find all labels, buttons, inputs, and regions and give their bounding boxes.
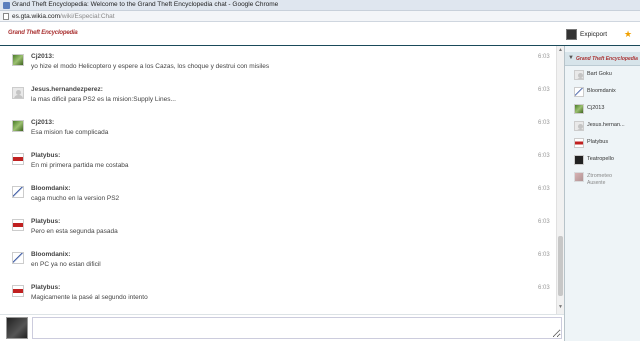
message-username[interactable]: Platybus: (31, 284, 60, 291)
user-name: Bloomdanix (587, 88, 616, 94)
current-user[interactable]: Expicport (566, 27, 607, 41)
scrollbar-thumb[interactable] (558, 236, 563, 296)
message-username[interactable]: Bloomdanix: (31, 251, 70, 258)
chat-message: Platybus: En mi primera partida me costa… (0, 145, 556, 178)
user-name: Cj2013 (587, 105, 605, 111)
message-scrollbar[interactable]: ▲ ▼ (556, 46, 564, 314)
message-username[interactable]: Platybus: (31, 152, 60, 159)
message-time: 6:03 (538, 87, 550, 93)
page-icon (3, 13, 9, 20)
user-avatar (574, 104, 584, 114)
user-list-item[interactable]: Platybus (574, 136, 636, 152)
user-avatar (574, 121, 584, 131)
user-list-item[interactable]: Bloomdanix (574, 85, 636, 101)
message-time: 6:03 (538, 120, 550, 126)
chat-message: Bloomdanix: caga mucho en la version PS2… (0, 178, 556, 211)
message-composer (0, 314, 564, 341)
user-list-item[interactable]: Teatropello (574, 153, 636, 169)
message-avatar[interactable] (12, 186, 24, 198)
user-list-item[interactable]: Cj2013 (574, 102, 636, 118)
message-username[interactable]: Platybus: (31, 218, 60, 225)
message-text: en PC ya no estan dificil (31, 261, 101, 268)
user-name: Ztrometeo (587, 173, 613, 179)
message-avatar[interactable] (12, 153, 24, 165)
url-path: /wiki/Especial:Chat (60, 12, 115, 20)
message-avatar[interactable] (12, 219, 24, 231)
room-label: Grand Theft Encyclopedia (576, 56, 638, 62)
message-time: 6:03 (538, 186, 550, 192)
current-user-avatar (566, 28, 577, 40)
user-name: Jesus.hernan... (587, 122, 625, 128)
self-avatar (6, 317, 28, 339)
collapse-arrow-icon[interactable]: ▼ (568, 55, 574, 61)
window-title: Grand Theft Encyclopedia: Welcome to the… (12, 1, 279, 8)
chat-message: Platybus: Pero en esta segunda pasada 6:… (0, 211, 556, 244)
chat-message: Cj2013: yo hize el modo Helicoptero y es… (0, 46, 556, 79)
message-text: Magicamente la pasé al segundo intento (31, 294, 148, 301)
user-name: Teatropello (587, 156, 614, 162)
user-avatar (574, 87, 584, 97)
user-sidebar: ▼ Grand Theft Encyclopedia Bart Goku Blo… (565, 46, 640, 341)
chat-message: Platybus: Magicamente la pasé al segundo… (0, 277, 556, 310)
address-bar[interactable]: es.gta.wikia.com/wiki/Especial:Chat (0, 11, 640, 22)
message-username[interactable]: Cj2013: (31, 119, 54, 126)
chat-message: Jesus.hernandezperez: la mas dificil par… (0, 79, 556, 112)
message-text: Esa mision fue complicada (31, 129, 109, 136)
favicon-icon (3, 2, 10, 9)
url-host: es.gta.wikia.com (12, 12, 61, 20)
chat-message: Bloomdanix: en PC ya no estan dificil 6:… (0, 244, 556, 277)
room-header[interactable]: ▼ Grand Theft Encyclopedia (565, 52, 640, 66)
message-text: caga mucho en la version PS2 (31, 195, 120, 202)
current-user-name: Expicport (580, 30, 608, 38)
message-list: Cj2013: yo hize el modo Helicoptero y es… (0, 46, 556, 314)
user-avatar (574, 138, 584, 148)
message-avatar[interactable] (12, 285, 24, 297)
message-username[interactable]: Bloomdanix: (31, 185, 70, 192)
message-text: Pero en esta segunda pasada (31, 228, 118, 235)
user-list-item[interactable]: Ztrometeo Ausente (574, 170, 636, 186)
message-text: En mi primera partida me costaba (31, 162, 129, 169)
message-username[interactable]: Jesus.hernandezperez: (31, 86, 103, 93)
user-status: Ausente (587, 180, 606, 186)
message-time: 6:03 (538, 252, 550, 258)
message-avatar[interactable] (12, 252, 24, 264)
message-avatar[interactable] (12, 87, 24, 99)
message-text: yo hize el modo Helicoptero y espere a l… (31, 63, 270, 70)
user-name: Bart Goku (587, 71, 612, 77)
chat-header: Grand Theft Encyclopedia Expicport ★ (0, 22, 640, 46)
message-text: la mas dificil para PS2 es la mision:Sup… (31, 96, 176, 103)
browser-titlebar: Grand Theft Encyclopedia: Welcome to the… (0, 0, 640, 11)
wiki-logo[interactable]: Grand Theft Encyclopedia (8, 30, 78, 36)
url-text[interactable]: es.gta.wikia.com/wiki/Especial:Chat (12, 13, 115, 20)
message-time: 6:03 (538, 153, 550, 159)
scroll-up-icon[interactable]: ▲ (558, 47, 563, 53)
scroll-down-icon[interactable]: ▼ (558, 304, 563, 310)
message-avatar[interactable] (12, 54, 24, 66)
user-avatar (574, 172, 584, 182)
star-icon[interactable]: ★ (624, 29, 632, 40)
user-name: Platybus (587, 139, 609, 145)
user-avatar (574, 155, 584, 165)
message-username[interactable]: Cj2013: (31, 53, 54, 60)
message-time: 6:03 (538, 54, 550, 60)
message-avatar[interactable] (12, 120, 24, 132)
user-list-item[interactable]: Bart Goku (574, 68, 636, 84)
message-time: 6:03 (538, 219, 550, 225)
user-list-item[interactable]: Jesus.hernan... (574, 119, 636, 135)
message-time: 6:03 (538, 285, 550, 291)
user-avatar (574, 70, 584, 80)
chat-message: Cj2013: Esa mision fue complicada 6:03 (0, 112, 556, 145)
message-input[interactable] (32, 317, 562, 339)
